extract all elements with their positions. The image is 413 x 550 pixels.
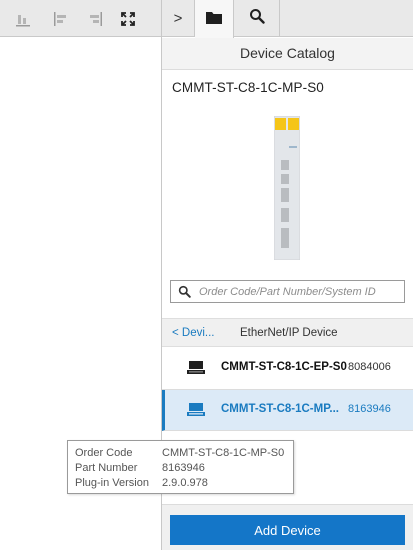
device-tooltip: Order Code CMMT-ST-C8-1C-MP-S0 Part Numb… xyxy=(67,440,294,494)
device-name: CMMT-ST-C8-1C-EP-S0 xyxy=(221,361,347,373)
list-item[interactable]: CMMT-ST-C8-1C-EP-S0 8084006 xyxy=(162,348,413,390)
align-right-icon[interactable] xyxy=(85,9,105,29)
search-icon xyxy=(249,8,265,29)
tooltip-value: 8163946 xyxy=(162,462,205,474)
align-bottom-icon[interactable] xyxy=(13,9,33,29)
breadcrumb-back-link[interactable]: < Devi... xyxy=(172,327,215,339)
device-image xyxy=(273,115,301,261)
tooltip-label: Plug-in Version xyxy=(75,477,149,489)
panel-title: Device Catalog xyxy=(162,38,413,70)
device-list: CMMT-ST-C8-1C-EP-S0 8084006 CMMT-ST-C8-1… xyxy=(162,348,413,431)
catalog-search xyxy=(170,280,405,303)
canvas-toolbar xyxy=(0,0,162,37)
tab-catalog[interactable] xyxy=(195,0,234,38)
fit-to-screen-icon[interactable] xyxy=(118,9,138,29)
tooltip-label: Part Number xyxy=(75,462,138,474)
add-device-button[interactable]: Add Device xyxy=(170,515,405,545)
tooltip-value: CMMT-ST-C8-1C-MP-S0 xyxy=(162,447,285,459)
list-item-selected[interactable]: CMMT-ST-C8-1C-MP... 8163946 xyxy=(162,390,413,431)
device-part-number: 8084006 xyxy=(348,361,391,373)
search-icon xyxy=(178,285,191,303)
align-left-icon[interactable] xyxy=(51,9,71,29)
collapse-panel-button[interactable]: > xyxy=(162,0,195,37)
app-window: > Device Catalog CMMT-ST-C8-1C-MP-S0 Ord… xyxy=(0,0,413,550)
breadcrumb-current: EtherNet/IP Device xyxy=(240,327,338,339)
folder-icon xyxy=(206,10,222,29)
panel-footer: Add Device xyxy=(162,504,413,550)
breadcrumb: < Devi... EtherNet/IP Device xyxy=(162,318,413,347)
tooltip-value: 2.9.0.978 xyxy=(162,477,208,489)
drive-icon xyxy=(187,403,205,422)
device-name: CMMT-ST-C8-1C-MP... xyxy=(221,403,339,415)
panel-tabs: > xyxy=(162,0,413,38)
device-part-number: 8163946 xyxy=(348,403,391,415)
tab-search[interactable] xyxy=(234,0,280,37)
tooltip-label: Order Code xyxy=(75,447,133,459)
drive-icon xyxy=(187,361,205,380)
search-input[interactable] xyxy=(199,283,403,300)
selected-device-name: CMMT-ST-C8-1C-MP-S0 xyxy=(172,80,324,95)
